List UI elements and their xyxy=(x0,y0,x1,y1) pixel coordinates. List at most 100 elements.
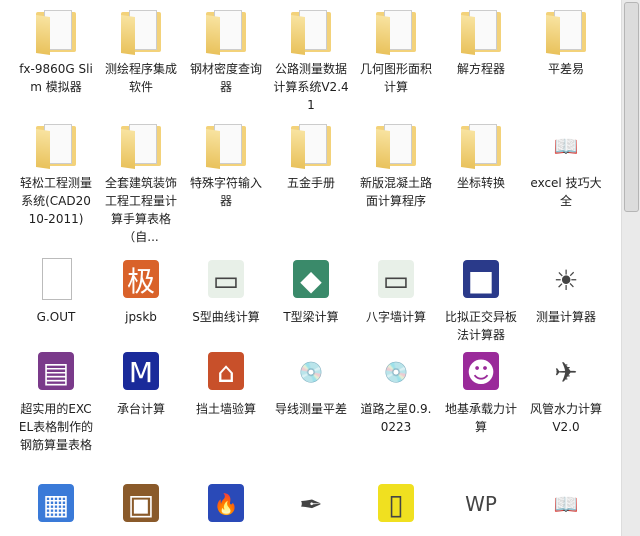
file-item[interactable]: 坐标转换 xyxy=(439,122,523,192)
file-item[interactable]: ▭ S型曲线计算 xyxy=(184,256,268,326)
file-item-label: 承台计算 xyxy=(116,402,165,416)
file-item[interactable]: ◆ T型梁计算 xyxy=(269,256,353,326)
file-item-label: 道路之星0.9.0223 xyxy=(360,402,432,434)
file-item-label: 比拟正交异板法计算器 xyxy=(444,310,517,342)
file-item-label: 五金手册 xyxy=(286,176,335,190)
folder-icon xyxy=(117,122,165,170)
file-item-label: 轻松工程测量系统(CAD2010-2011) xyxy=(19,176,92,226)
file-item-label: 几何图形面积计算 xyxy=(359,62,432,94)
yellow-app-icon: ▯ xyxy=(372,480,420,528)
file-item-label: 公路测量数据计算系统V2.41 xyxy=(273,62,349,112)
torch-icon: 🔥 xyxy=(202,480,250,528)
folder-icon xyxy=(287,122,335,170)
file-item[interactable]: ✒ xyxy=(269,480,353,532)
file-item-label: S型曲线计算 xyxy=(192,310,260,324)
mascot-icon: ☻ xyxy=(457,348,505,396)
file-item-label: G.OUT xyxy=(36,310,76,324)
folder-icon xyxy=(457,8,505,56)
mfc-icon: M xyxy=(117,348,165,396)
book-cd-icon: 📖 xyxy=(542,480,590,528)
folder-icon xyxy=(542,8,590,56)
sun-icon: ☀ xyxy=(542,256,590,304)
file-item[interactable]: 📖 xyxy=(524,480,608,532)
folder-icon xyxy=(32,122,80,170)
file-item-label: 八字墙计算 xyxy=(365,310,426,324)
file-item[interactable]: 轻松工程测量系统(CAD2010-2011) xyxy=(14,122,98,228)
file-icon xyxy=(32,256,80,304)
file-item-label: 特殊字符输入器 xyxy=(189,176,262,208)
file-item-label: 超实用的EXCEL表格制作的钢筋算量表格 xyxy=(18,402,94,452)
lighthouse-icon: ◆ xyxy=(287,256,335,304)
folder-icon xyxy=(202,8,250,56)
chip-icon: ▣ xyxy=(117,480,165,528)
file-item-label: 平差易 xyxy=(547,62,584,76)
file-item-label: 全套建筑装饰工程工程量计算手算表格（自... xyxy=(104,176,177,244)
file-item-label: 解方程器 xyxy=(456,62,505,76)
window-app-icon: ▭ xyxy=(202,256,250,304)
file-item[interactable]: G.OUT xyxy=(14,256,98,326)
file-item[interactable]: WP xyxy=(439,480,523,532)
file-item[interactable]: 💿 道路之星0.9.0223 xyxy=(354,348,438,436)
file-item-label: 导线测量平差 xyxy=(274,402,347,416)
file-item[interactable]: ▣ xyxy=(99,480,183,532)
file-item[interactable]: ⌂ 挡土墙验算 xyxy=(184,348,268,418)
file-item-label: 坐标转换 xyxy=(456,176,505,190)
file-item-label: 挡土墙验算 xyxy=(195,402,256,416)
book-cd-icon: 📖 xyxy=(542,122,590,170)
folder-icon xyxy=(372,8,420,56)
stamp-icon: ■ xyxy=(457,256,505,304)
file-item-label: jpskb xyxy=(125,310,157,324)
file-item[interactable]: ✈ 风管水力计算V2.0 xyxy=(524,348,608,436)
file-item[interactable]: 全套建筑装饰工程工程量计算手算表格（自... xyxy=(99,122,183,246)
file-item[interactable]: ☀ 测量计算器 xyxy=(524,256,608,326)
folder-icon xyxy=(202,122,250,170)
file-item-label: 新版混凝土路面计算程序 xyxy=(359,176,432,208)
house-icon: ⌂ xyxy=(202,348,250,396)
scrollbar-thumb[interactable] xyxy=(624,2,639,212)
file-item[interactable]: ▦ xyxy=(14,480,98,532)
file-item[interactable]: 极 jpskb xyxy=(99,256,183,326)
file-item[interactable]: ☻ 地基承载力计算 xyxy=(439,348,523,436)
file-item-label: 钢材密度查询器 xyxy=(189,62,262,94)
file-item[interactable]: 新版混凝土路面计算程序 xyxy=(354,122,438,210)
folder-icon xyxy=(457,122,505,170)
file-item[interactable]: 💿 导线测量平差 xyxy=(269,348,353,418)
file-item[interactable]: 解方程器 xyxy=(439,8,523,78)
file-item-label: 地基承载力计算 xyxy=(444,402,517,434)
file-item-label: 风管水力计算V2.0 xyxy=(529,402,602,434)
file-item[interactable]: 特殊字符输入器 xyxy=(184,122,268,210)
vertical-scrollbar[interactable] xyxy=(621,0,640,536)
folder-icon xyxy=(287,8,335,56)
file-item[interactable]: 五金手册 xyxy=(269,122,353,192)
file-item-label: excel 技巧大全 xyxy=(530,176,602,208)
file-item-label: fx-9860G Slim 模拟器 xyxy=(19,62,93,94)
winrar-icon: ▤ xyxy=(32,348,80,396)
file-item[interactable]: 公路测量数据计算系统V2.41 xyxy=(269,8,353,114)
file-item-label: T型梁计算 xyxy=(283,310,339,324)
file-item[interactable]: ▭ 八字墙计算 xyxy=(354,256,438,326)
spreadsheet-icon: ▦ xyxy=(32,480,80,528)
file-item[interactable]: ■ 比拟正交异板法计算器 xyxy=(439,256,523,344)
window-app-icon: ▭ xyxy=(372,256,420,304)
installer-icon: 💿 xyxy=(372,348,420,396)
ink-pen-icon: ✒ xyxy=(287,480,335,528)
file-item[interactable]: 📖 excel 技巧大全 xyxy=(524,122,608,210)
wp-icon: WP xyxy=(457,480,505,528)
folder-icon xyxy=(372,122,420,170)
file-item[interactable]: 🔥 xyxy=(184,480,268,532)
file-item[interactable]: fx-9860G Slim 模拟器 xyxy=(14,8,98,96)
file-item-label: 测绘程序集成软件 xyxy=(104,62,177,94)
folder-icon xyxy=(117,8,165,56)
installer-icon: 💿 xyxy=(287,348,335,396)
file-item[interactable]: ▤ 超实用的EXCEL表格制作的钢筋算量表格 xyxy=(14,348,98,454)
file-item[interactable]: 几何图形面积计算 xyxy=(354,8,438,96)
ji-app-icon: 极 xyxy=(117,256,165,304)
file-item[interactable]: 钢材密度查询器 xyxy=(184,8,268,96)
file-item[interactable]: 测绘程序集成软件 xyxy=(99,8,183,96)
file-item-label: 测量计算器 xyxy=(535,310,596,324)
folder-icon xyxy=(32,8,80,56)
file-item[interactable]: 平差易 xyxy=(524,8,608,78)
airplane-icon: ✈ xyxy=(542,348,590,396)
file-item[interactable]: ▯ xyxy=(354,480,438,532)
file-item[interactable]: M 承台计算 xyxy=(99,348,183,418)
